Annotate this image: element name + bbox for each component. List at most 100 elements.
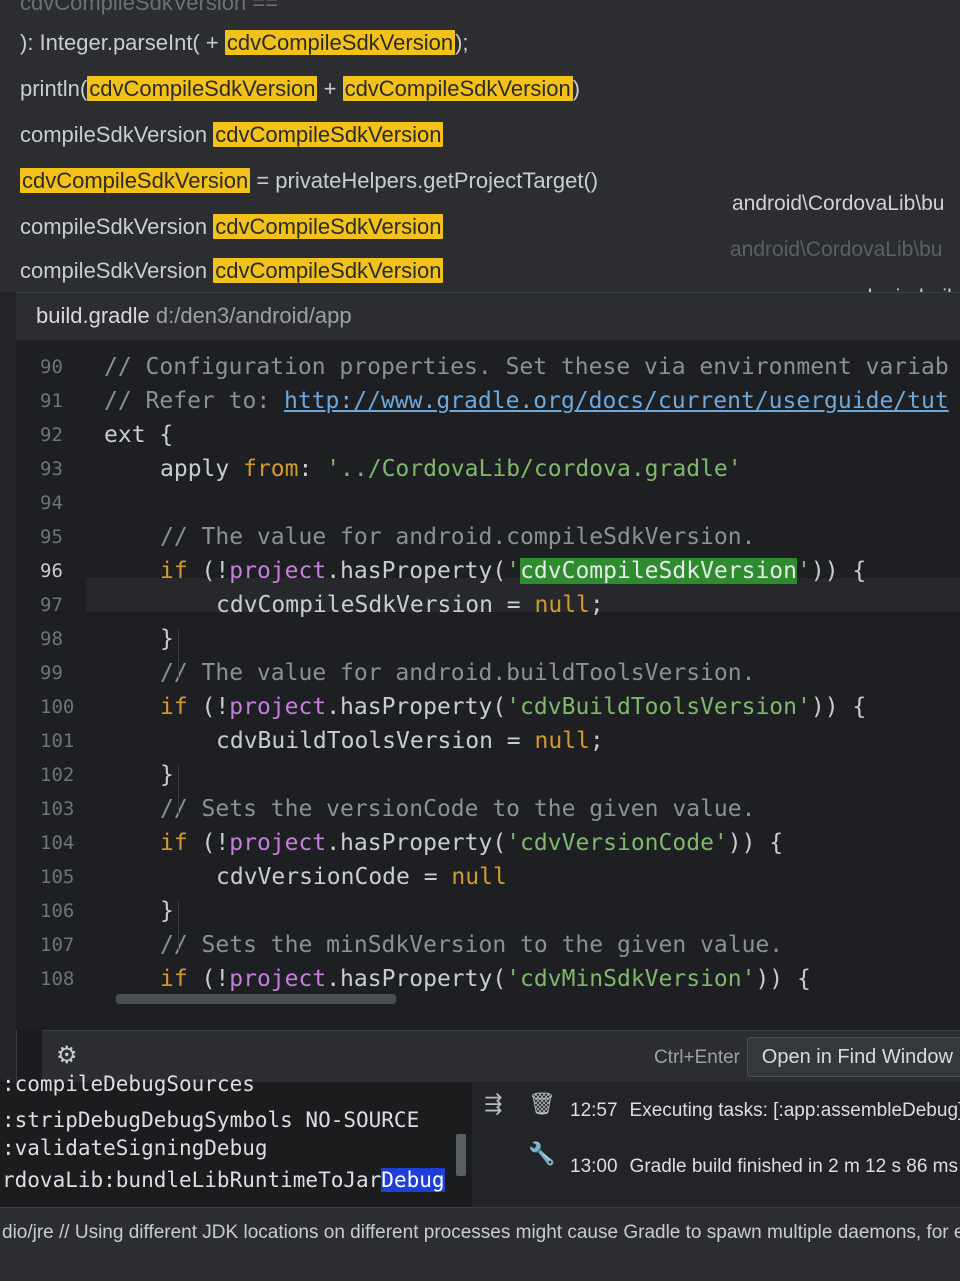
code-token: null: [451, 864, 507, 890]
result-row[interactable]: println(cdvCompileSdkVersion + cdvCompil…: [20, 76, 580, 102]
line-number: 101: [40, 730, 75, 752]
line-number: 91: [40, 390, 63, 412]
code-token: if: [160, 830, 202, 856]
code-token: 'cdvMinSdkVersion': [506, 966, 756, 992]
code-token: // Configuration properties. Set these v…: [104, 354, 949, 380]
code-line: // Configuration properties. Set these v…: [104, 354, 949, 380]
usage-highlight: cdvCompileSdkVersion: [213, 122, 444, 147]
code-token: // Sets the minSdkVersion to the given v…: [160, 932, 784, 958]
line-number: 103: [40, 798, 75, 820]
code-line: cdvBuildToolsVersion = null;: [216, 728, 604, 754]
preview-file-name: build.gradle: [36, 303, 150, 328]
event-log: 12:57 Executing tasks: [:app:assembleDebu…: [562, 1082, 960, 1207]
code-line: }: [160, 626, 174, 652]
code-token: // Refer to:: [104, 388, 285, 414]
code-token: // Sets the versionCode to the given val…: [160, 796, 756, 822]
build-output-panel: :compileDebugSources :stripDebugDebugSym…: [0, 1072, 960, 1207]
line-number: 106: [40, 900, 75, 922]
code-line: // Sets the versionCode to the given val…: [160, 796, 755, 822]
line-number-gutter: 90 91 92 93 94 95 96 97 98 99 100 101 102 103 104 105 10…: [16, 340, 86, 1030]
code-token: 'cdvVersionCode': [506, 830, 728, 856]
result-row[interactable]: cdvCompileSdkVersion = privateHelpers.ge…: [20, 168, 598, 194]
usages-results-list: cdvCompileSdkVersion == ): Integer.parse…: [0, 0, 960, 292]
code-token: (!: [201, 830, 230, 856]
result-cut-text: cdvCompileSdkVersion ==: [20, 0, 279, 15]
indent-guide: [178, 630, 179, 678]
code-token: project: [229, 694, 327, 720]
code-token: http://www.gradle.org/docs/current/userg…: [284, 388, 949, 414]
code-line: ext {: [104, 422, 173, 448]
line-number: 99: [40, 662, 63, 684]
code-token: )) {: [810, 558, 867, 584]
code-token: ext {: [104, 422, 174, 448]
code-token: cdvCompileSdkVersion =: [216, 592, 535, 618]
code-line: if (!project.hasProperty('cdvCompileSdkV…: [160, 558, 866, 584]
build-output-line: :compileDebugSources: [2, 1072, 255, 1096]
usage-highlight: cdvCompileSdkVersion: [20, 168, 251, 193]
code-token: // The value for android.buildToolsVersi…: [160, 660, 756, 686]
build-output-line: rdovaLib:bundleLibRuntimeToJarDebug: [2, 1168, 445, 1192]
line-number: 95: [40, 526, 63, 548]
filter-icon[interactable]: ⇶: [484, 1092, 502, 1117]
event-entry[interactable]: 12:57 Executing tasks: [:app:assembleDebu…: [570, 1100, 960, 1122]
preview-header: build.gradle d:/den3/android/app: [16, 292, 960, 341]
code-line: }: [160, 898, 174, 924]
result-row[interactable]: compileSdkVersion cdvCompileSdkVersion: [20, 258, 444, 284]
gear-icon[interactable]: ⚙: [56, 1041, 78, 1069]
line-number: 98: [40, 628, 63, 650]
code-token: project: [229, 966, 327, 992]
code-preview[interactable]: 90 91 92 93 94 95 96 97 98 99 100 101 102 103 104 105 10…: [16, 340, 960, 1030]
code-token: (!: [201, 966, 230, 992]
horizontal-scrollbar[interactable]: [116, 994, 396, 1004]
code-token: ': [506, 558, 521, 584]
code-line: if (!project.hasProperty('cdvVersionCode…: [160, 830, 783, 856]
code-token: cdvVersionCode =: [216, 864, 452, 890]
preview-file-dir: d:/den3/android/app: [155, 303, 352, 328]
wrench-icon[interactable]: 🔧: [528, 1142, 555, 1167]
code-token: project: [229, 558, 327, 584]
code-token: }: [160, 898, 174, 924]
code-token: cdvBuildToolsVersion =: [216, 728, 535, 754]
vertical-scrollbar[interactable]: [456, 1134, 466, 1176]
code-token: )) {: [755, 966, 811, 992]
result-row[interactable]: compileSdkVersion cdvCompileSdkVersion: [20, 122, 444, 148]
indent-guide: [178, 902, 179, 950]
result-row[interactable]: ): Integer.parseInt( + cdvCompileSdkVers…: [20, 30, 469, 56]
selected-text: Debug: [381, 1168, 445, 1192]
search-match: cdvCompileSdkVersion: [520, 558, 798, 584]
code-token: '../CordovaLib/cordova.gradle': [326, 456, 742, 482]
line-number: 105: [40, 866, 75, 888]
code-token: .hasProperty(: [326, 966, 507, 992]
usage-highlight: cdvCompileSdkVersion: [87, 76, 318, 101]
usage-highlight: cdvCompileSdkVersion: [213, 214, 444, 239]
event-entry[interactable]: 13:00 Gradle build finished in 2 m 12 s 8…: [570, 1156, 958, 1178]
status-bar: dio/jre // Using different JDK locations…: [0, 1207, 960, 1281]
code-token: null: [534, 592, 590, 618]
code-token: .hasProperty(: [326, 694, 507, 720]
result-row[interactable]: compileSdkVersion cdvCompileSdkVersion: [20, 214, 444, 240]
result-path: android\CordovaLib\bu: [730, 238, 943, 261]
line-number: 104: [40, 832, 75, 854]
line-number: 100: [40, 696, 75, 718]
trash-icon[interactable]: 🗑: [528, 1092, 556, 1117]
code-line: apply from: '../CordovaLib/cordova.gradl…: [160, 456, 742, 482]
code-token: .hasProperty(: [326, 558, 507, 584]
code-token: )) {: [810, 694, 867, 720]
line-number: 96: [40, 560, 63, 582]
result-path: android\CordovaLib\bu: [732, 192, 945, 215]
open-in-find-window-button[interactable]: Open in Find Window: [746, 1037, 960, 1077]
code-line: // Refer to: http://www.gradle.org/docs/…: [104, 388, 949, 414]
usage-highlight: cdvCompileSdkVersion: [213, 258, 444, 283]
preview-file-label: build.gradle d:/den3/android/app: [36, 303, 352, 329]
code-line: // The value for android.buildToolsVersi…: [160, 660, 755, 686]
line-number: 93: [40, 458, 63, 480]
build-output-line: :stripDebugDebugSymbols NO-SOURCE: [2, 1108, 420, 1132]
code-line: cdvCompileSdkVersion = null;: [216, 592, 604, 618]
code-token: )) {: [727, 830, 784, 856]
code-token: (!: [201, 558, 230, 584]
code-token: :: [298, 456, 327, 482]
code-token: apply: [160, 456, 244, 482]
usage-highlight: cdvCompileSdkVersion: [342, 76, 573, 101]
result-row-cut[interactable]: cdvCompileSdkVersion ==: [20, 0, 278, 16]
code-token: if: [160, 694, 202, 720]
